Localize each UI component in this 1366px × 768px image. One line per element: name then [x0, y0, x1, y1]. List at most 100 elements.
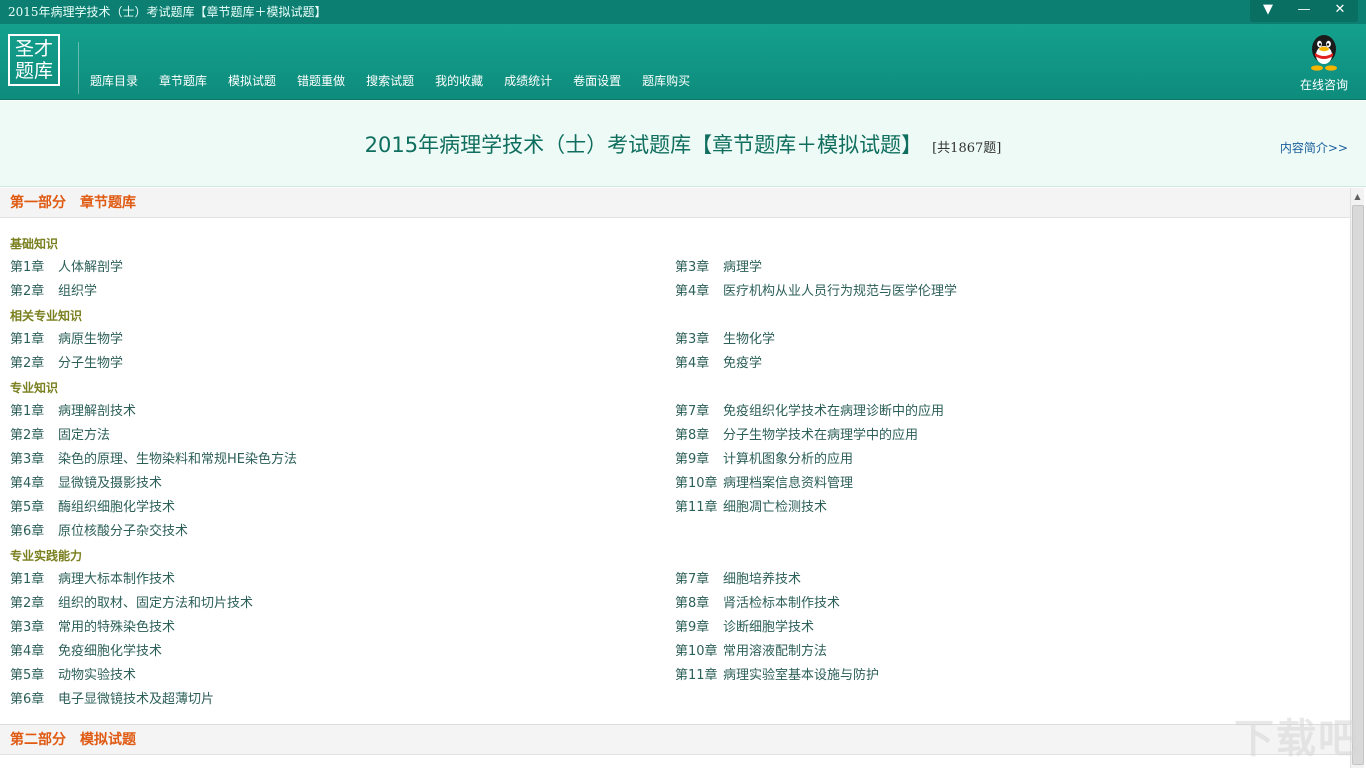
chapter-sections: 基础知识 第1章 人体解剖学 第2章 组织学 第3章 病理学 第4章 医疗机构从业人员行… — [0, 218, 1350, 722]
chapter-link[interactable]: 第3章 病理学 — [675, 256, 1340, 280]
left-column: 第1章 病原生物学 第2章 分子生物学 — [10, 328, 675, 376]
chapter-name: 免疫学 — [723, 356, 763, 371]
menu-item-catalog[interactable]: 题库目录 — [82, 70, 146, 92]
chapter-link[interactable]: 第2章 分子生物学 — [10, 352, 675, 376]
chapter-link[interactable]: 第2章 固定方法 — [10, 424, 675, 448]
chapter-name: 人体解剖学 — [58, 260, 124, 275]
chapter-number: 第3章 — [675, 260, 710, 275]
chapter-name: 病理大标本制作技术 — [58, 572, 176, 587]
chapter-link[interactable]: 第1章 病原生物学 — [10, 328, 675, 352]
chapter-link[interactable]: 第11章 细胞凋亡检测技术 — [675, 496, 1340, 520]
chapter-number: 第7章 — [675, 572, 710, 587]
part-1-header: 第一部分 章节题库 — [0, 188, 1350, 218]
chapter-name: 组织学 — [58, 284, 98, 299]
chapter-link[interactable]: 第9章 诊断细胞学技术 — [675, 616, 1340, 640]
online-consult-label: 在线咨询 — [1299, 78, 1348, 92]
right-column: 第3章 生物化学 第4章 免疫学 — [675, 328, 1340, 376]
left-column: 第1章 病理解剖技术 第2章 固定方法 第3章 染色的原理、生物染料和常规HE染色方法… — [10, 400, 675, 544]
chapter-link[interactable]: 第9章 计算机图象分析的应用 — [675, 448, 1340, 472]
chapter-link[interactable]: 第4章 医疗机构从业人员行为规范与医学伦理学 — [675, 280, 1340, 304]
catalog-content: 第一部分 章节题库 基础知识 第1章 人体解剖学 第2章 组织学 第3章 病理学 第4章… — [0, 188, 1350, 768]
chapter-name: 病理学 — [723, 260, 763, 275]
vertical-scrollbar[interactable]: ▲ — [1350, 188, 1364, 768]
left-column: 第1章 病理大标本制作技术 第2章 组织的取材、固定方法和切片技术 第3章 常用的特殊… — [10, 568, 675, 712]
chapter-name: 免疫组织化学技术在病理诊断中的应用 — [723, 404, 945, 419]
right-column: 第7章 免疫组织化学技术在病理诊断中的应用 第8章 分子生物学技术在病理学中的应用 … — [675, 400, 1340, 544]
chapter-number: 第3章 — [10, 452, 45, 467]
chapter-number: 第1章 — [10, 572, 45, 587]
chapter-link[interactable]: 第5章 动物实验技术 — [10, 664, 675, 688]
chapter-number: 第1章 — [10, 404, 45, 419]
chapter-name: 分子生物学 — [58, 356, 124, 371]
chapter-name: 细胞培养技术 — [723, 572, 802, 587]
chapter-name: 常用的特殊染色技术 — [58, 620, 176, 635]
window-title-bar: 2015年病理学技术（士）考试题库【章节题库＋模拟试题】 ▼ — ✕ — [0, 0, 1366, 24]
menu-item-search[interactable]: 搜索试题 — [358, 70, 422, 92]
menu-item-redo-wrong[interactable]: 错题重做 — [289, 70, 353, 92]
chapter-name: 病原生物学 — [58, 332, 124, 347]
chapter-link[interactable]: 第6章 原位核酸分子杂交技术 — [10, 520, 675, 544]
menu-item-mock-exam[interactable]: 模拟试题 — [220, 70, 284, 92]
chapter-number: 第11章 — [675, 668, 718, 683]
chapter-number: 第8章 — [675, 596, 710, 611]
chapter-number: 第9章 — [675, 620, 710, 635]
chapter-link[interactable]: 第2章 组织的取材、固定方法和切片技术 — [10, 592, 675, 616]
chapter-name: 分子生物学技术在病理学中的应用 — [723, 428, 919, 443]
right-column: 第7章 细胞培养技术 第8章 肾活检标本制作技术 第9章 诊断细胞学技术 第10章 常用… — [675, 568, 1340, 712]
part-2-header[interactable]: 第二部分 模拟试题 — [0, 725, 1350, 755]
chapter-link[interactable]: 第3章 生物化学 — [675, 328, 1340, 352]
chapter-link[interactable]: 第1章 病理解剖技术 — [10, 400, 675, 424]
chapter-name: 动物实验技术 — [58, 668, 137, 683]
chapter-number: 第11章 — [675, 500, 718, 515]
chapter-link[interactable]: 第10章 病理档案信息资料管理 — [675, 472, 1340, 496]
chapter-name: 生物化学 — [723, 332, 776, 347]
bank-title: 2015年病理学技术（士）考试题库【章节题库＋模拟试题】 [共1867题] — [0, 129, 1366, 159]
menu-item-favorites[interactable]: 我的收藏 — [427, 70, 491, 92]
chapter-link[interactable]: 第11章 病理实验室基本设施与防护 — [675, 664, 1340, 688]
menu-item-purchase[interactable]: 题库购买 — [634, 70, 698, 92]
menu-item-chapter-bank[interactable]: 章节题库 — [151, 70, 215, 92]
chapter-link[interactable]: 第4章 免疫细胞化学技术 — [10, 640, 675, 664]
chapter-number: 第3章 — [675, 332, 710, 347]
chapter-link[interactable]: 第10章 常用溶液配制方法 — [675, 640, 1340, 664]
chapter-number: 第1章 — [10, 332, 45, 347]
chapter-name: 免疫细胞化学技术 — [58, 644, 163, 659]
chapter-name: 病理档案信息资料管理 — [723, 476, 854, 491]
chapter-link[interactable]: 第3章 染色的原理、生物染料和常规HE染色方法 — [10, 448, 675, 472]
close-icon[interactable]: ✕ — [1322, 0, 1358, 20]
chapter-link[interactable]: 第7章 细胞培养技术 — [675, 568, 1340, 592]
minimize-icon[interactable]: — — [1286, 0, 1322, 20]
chapter-link[interactable]: 第2章 组织学 — [10, 280, 675, 304]
intro-link[interactable]: 内容简介>> — [1280, 139, 1348, 156]
chapter-name: 医疗机构从业人员行为规范与医学伦理学 — [723, 284, 958, 299]
chapter-number: 第8章 — [675, 428, 710, 443]
menu-item-paper-settings[interactable]: 卷面设置 — [565, 70, 629, 92]
part-1-name: 章节题库 — [80, 195, 136, 211]
chapter-number: 第10章 — [675, 476, 718, 491]
chapter-link[interactable]: 第4章 显微镜及摄影技术 — [10, 472, 675, 496]
menu-item-statistics[interactable]: 成绩统计 — [496, 70, 560, 92]
chapter-link[interactable]: 第5章 酶组织细胞化学技术 — [10, 496, 675, 520]
chapter-link[interactable]: 第8章 肾活检标本制作技术 — [675, 592, 1340, 616]
scroll-thumb[interactable] — [1352, 205, 1364, 765]
chapter-name: 病理解剖技术 — [58, 404, 137, 419]
chapter-link[interactable]: 第3章 常用的特殊染色技术 — [10, 616, 675, 640]
chapter-number: 第7章 — [675, 404, 710, 419]
section-title: 专业实践能力 — [10, 549, 83, 563]
menu-dropdown-icon[interactable]: ▼ — [1250, 0, 1286, 20]
chapter-link[interactable]: 第4章 免疫学 — [675, 352, 1340, 376]
window-title: 2015年病理学技术（士）考试题库【章节题库＋模拟试题】 — [8, 5, 327, 19]
section-chapter-grid: 第1章 人体解剖学 第2章 组织学 第3章 病理学 第4章 医疗机构从业人员行为规范与医… — [10, 256, 1350, 304]
chapter-link[interactable]: 第8章 分子生物学技术在病理学中的应用 — [675, 424, 1340, 448]
chapter-name: 诊断细胞学技术 — [723, 620, 815, 635]
chapter-link[interactable]: 第7章 免疫组织化学技术在病理诊断中的应用 — [675, 400, 1340, 424]
chapter-link[interactable]: 第6章 电子显微镜技术及超薄切片 — [10, 688, 675, 712]
chapter-name: 计算机图象分析的应用 — [723, 452, 854, 467]
chapter-link[interactable]: 第1章 人体解剖学 — [10, 256, 675, 280]
chapter-name: 固定方法 — [58, 428, 111, 443]
scroll-up-icon[interactable]: ▲ — [1351, 188, 1364, 204]
chapter-link[interactable]: 第1章 病理大标本制作技术 — [10, 568, 675, 592]
logo-divider — [78, 42, 79, 94]
qq-penguin-icon — [1311, 35, 1337, 71]
online-consult-button[interactable]: 在线咨询 — [1296, 32, 1352, 93]
